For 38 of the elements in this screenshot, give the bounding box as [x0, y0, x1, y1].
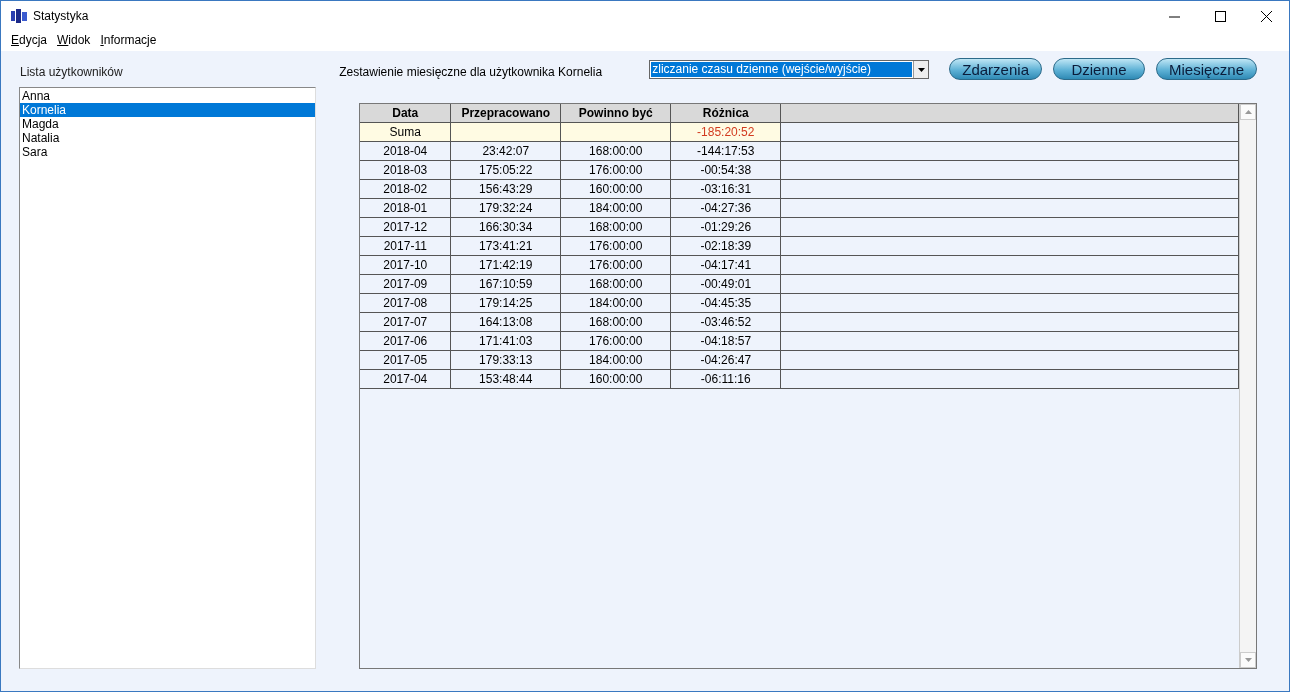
menu-item[interactable]: Informacje	[100, 33, 157, 49]
table-cell: 2018-04	[360, 141, 451, 161]
menu-item[interactable]: Edycja	[11, 33, 48, 49]
scroll-up-icon[interactable]	[1244, 110, 1252, 114]
table-cell: 2018-03	[360, 160, 451, 180]
table-cell: 2017-09	[360, 274, 451, 294]
menu-item[interactable]: Widok	[57, 33, 91, 49]
table-cell: 2018-02	[360, 179, 451, 199]
table-cell: 2017-06	[360, 331, 451, 351]
sum-label: Suma	[360, 122, 451, 142]
window-title: Statystyka	[33, 9, 90, 23]
table-cell: 2018-01	[360, 198, 451, 218]
user-item[interactable]: Magda	[20, 117, 316, 131]
table-cell: 2017-04	[360, 369, 451, 389]
column-header[interactable]: Data	[360, 104, 451, 123]
table-cell: 2017-08	[360, 293, 451, 313]
user-item[interactable]: Kornelia	[20, 103, 316, 117]
view-button[interactable]: Dzienne	[1052, 58, 1145, 80]
caret-icon	[917, 67, 925, 72]
scrollbar[interactable]	[1239, 104, 1256, 668]
column-header[interactable]: Powinno być	[560, 104, 671, 123]
table-cell: 2017-07	[360, 312, 451, 332]
report-heading: Zestawienie miesięczne dla użytkownika Kornelia	[339, 65, 604, 79]
column-header[interactable]: Przepracowano	[450, 104, 561, 123]
scroll-down-icon[interactable]	[1244, 658, 1252, 662]
users-label: Lista użytkowników	[20, 65, 124, 79]
table-cell: 2017-05	[360, 350, 451, 370]
user-item[interactable]: Natalia	[20, 131, 316, 145]
column-header[interactable]: Różnica	[670, 104, 781, 123]
mode-dropdown[interactable]: zliczanie czasu dzienne (wejście/wyjście)	[649, 60, 930, 79]
view-button[interactable]: Miesięczne	[1155, 58, 1257, 80]
table-cell: 2017-12	[360, 217, 451, 237]
view-button[interactable]: Zdarzenia	[949, 58, 1042, 80]
table-cell: 2017-10	[360, 255, 451, 275]
user-item[interactable]: Anna	[20, 89, 316, 103]
table-cell: 2017-11	[360, 236, 451, 256]
app-icon	[11, 9, 27, 23]
user-item[interactable]: Sara	[20, 145, 316, 159]
